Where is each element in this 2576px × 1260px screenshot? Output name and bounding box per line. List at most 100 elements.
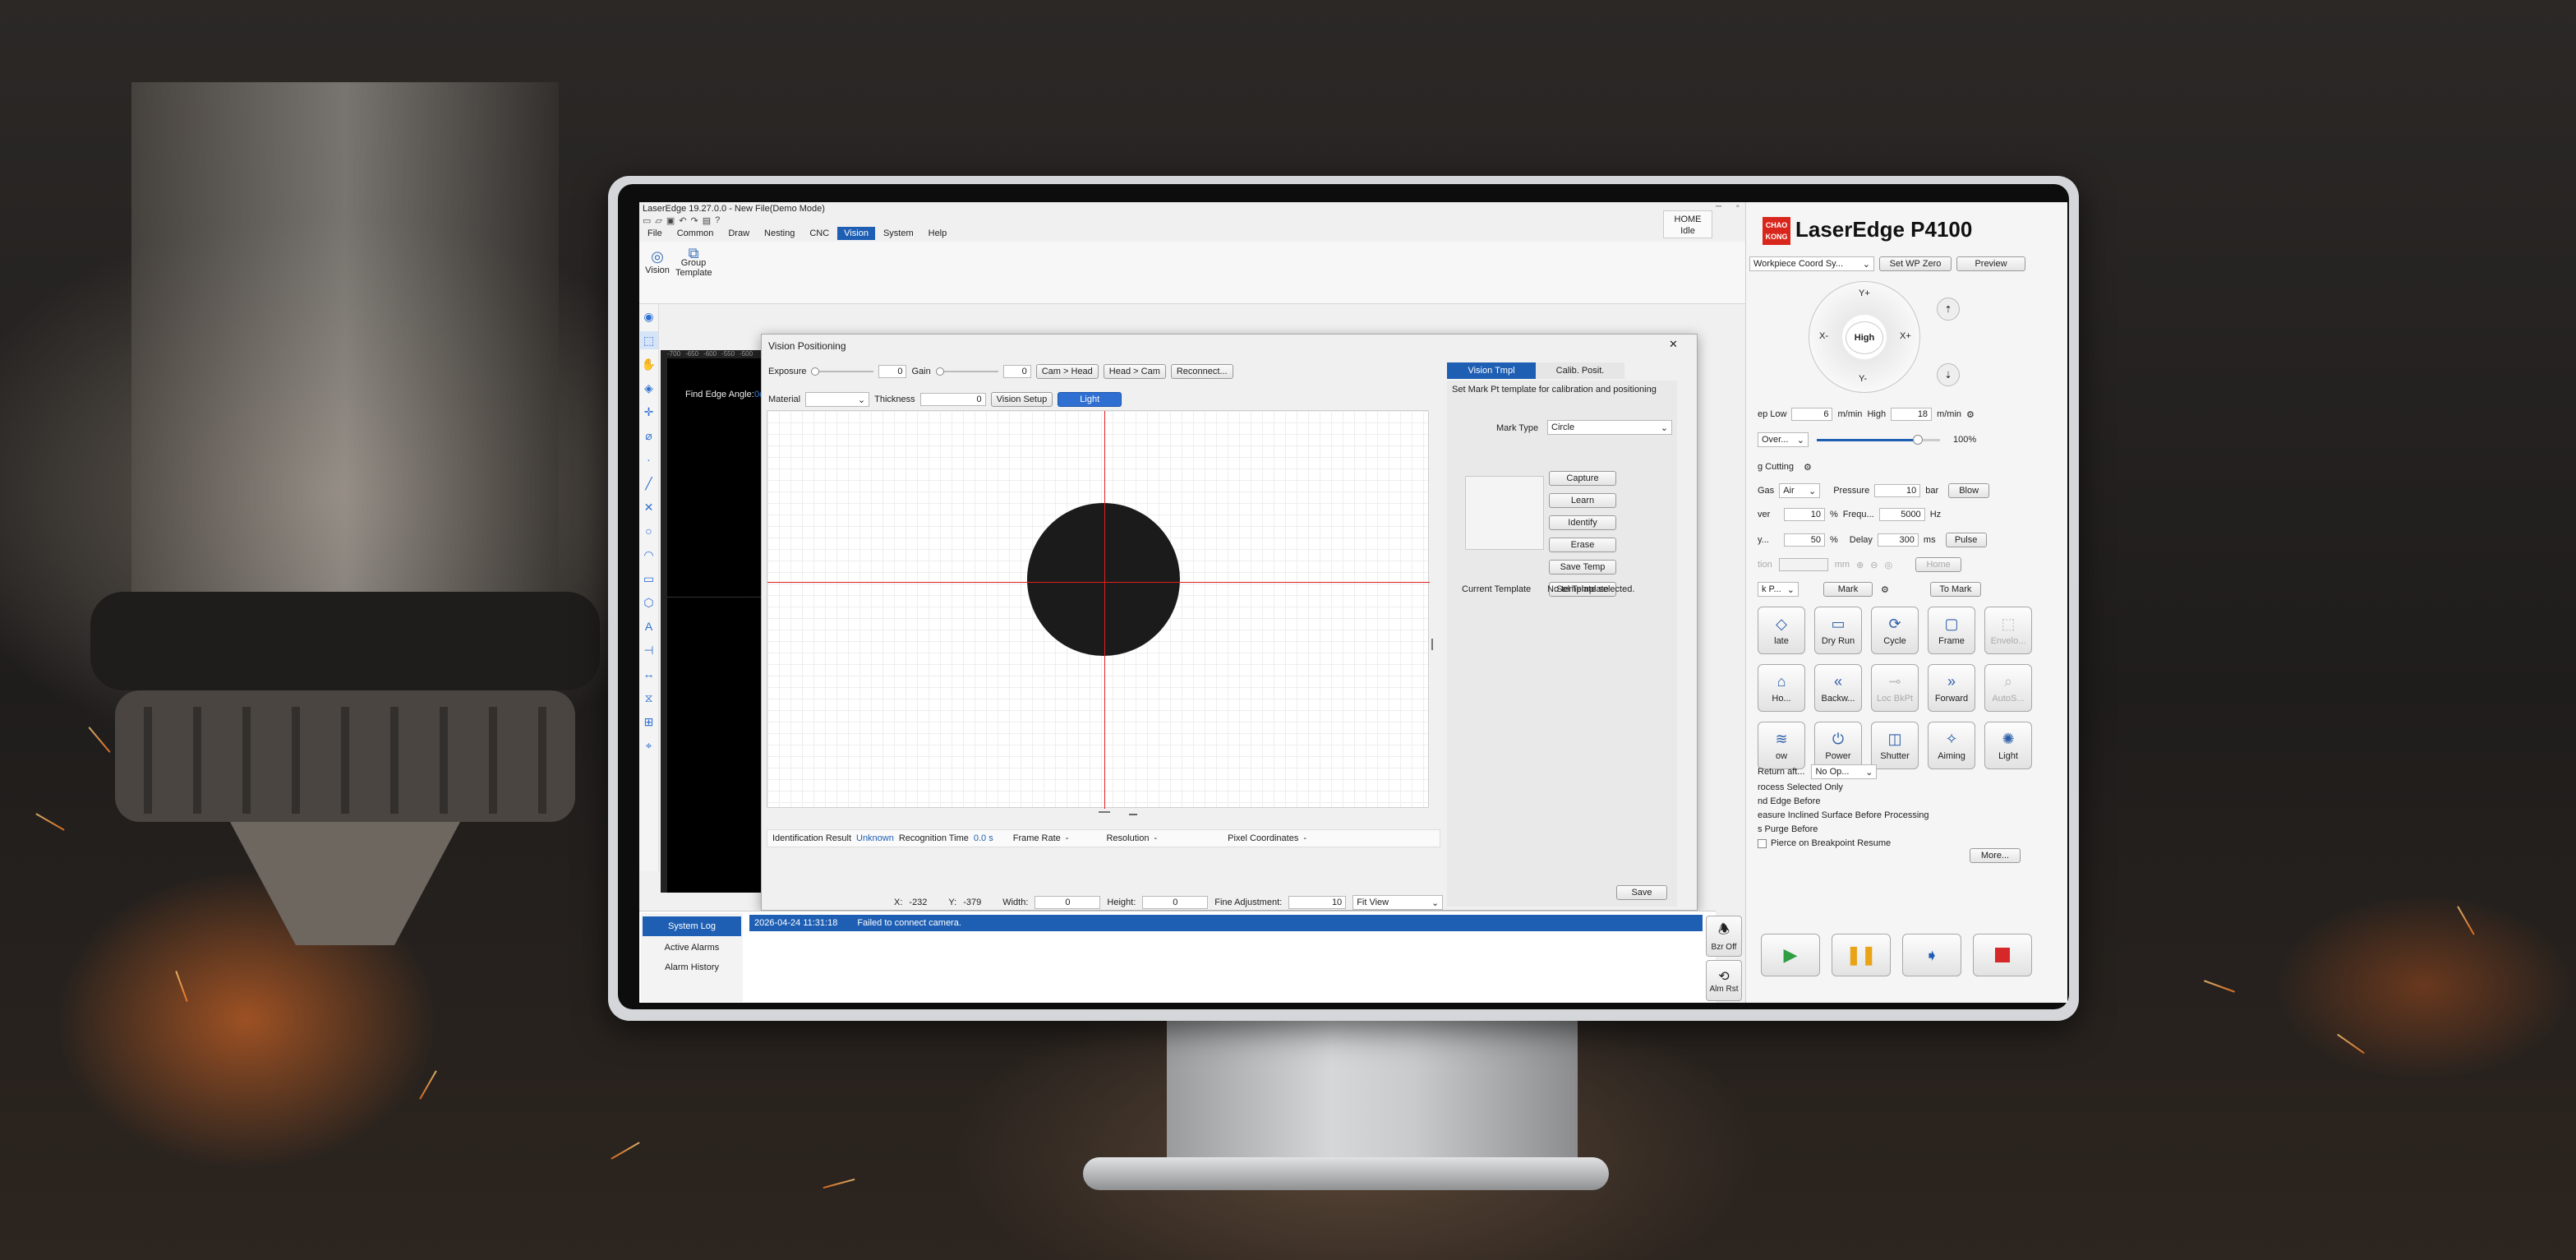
option-find-edge-before[interactable]: nd Edge Before xyxy=(1758,796,1929,806)
measure-icon[interactable]: ⌀ xyxy=(640,427,658,445)
menu-draw[interactable]: Draw xyxy=(721,227,756,240)
crosshair-icon[interactable]: ✛ xyxy=(640,403,658,421)
help-icon[interactable]: ? xyxy=(715,215,720,226)
late-button[interactable]: ◇ late xyxy=(1758,607,1805,654)
array-icon[interactable]: ⊞ xyxy=(640,713,658,731)
menu-common[interactable]: Common xyxy=(670,227,721,240)
new-file-icon[interactable]: ▭ xyxy=(643,215,651,226)
group-template-button[interactable]: ⧉ Group Template xyxy=(675,246,712,278)
gain-slider[interactable] xyxy=(935,367,998,376)
forward-button[interactable]: » Forward xyxy=(1928,664,1975,712)
fine-adjustment-field[interactable]: 10 xyxy=(1288,896,1347,909)
jog-x-minus-button[interactable]: X- xyxy=(1819,331,1828,341)
thickness-field[interactable]: 0 xyxy=(919,393,986,406)
bridge-icon[interactable]: ⧖ xyxy=(640,689,658,707)
save-icon[interactable]: ▣ xyxy=(666,215,675,226)
head-to-cam-button[interactable]: Head > Cam xyxy=(1103,364,1166,379)
jog-y-plus-button[interactable]: Y+ xyxy=(1859,288,1870,298)
reconnect-button[interactable]: Reconnect... xyxy=(1170,364,1233,379)
ow-button[interactable]: ≋ ow xyxy=(1758,722,1805,769)
jog-speed-toggle[interactable]: High xyxy=(1846,321,1883,354)
capture-button[interactable]: Capture xyxy=(1549,471,1616,486)
redo-icon[interactable]: ↷ xyxy=(691,215,698,226)
step-low-field[interactable]: 6 xyxy=(1791,408,1833,421)
menu-nesting[interactable]: Nesting xyxy=(758,227,801,240)
alarm-reset-button[interactable]: ⟲ Alm Rst xyxy=(1706,960,1742,1001)
start-button[interactable]: ▶ xyxy=(1761,934,1820,976)
gas-select[interactable]: Air ⌄ xyxy=(1779,483,1821,498)
duty-field[interactable]: 50 xyxy=(1784,533,1825,547)
rectangle-icon[interactable]: ▭ xyxy=(640,570,658,588)
undo-icon[interactable]: ↶ xyxy=(679,215,686,226)
coordinate-system-select[interactable]: Workpiece Coord Sy... ⌄ xyxy=(1749,256,1874,271)
jog-y-minus-button[interactable]: Y- xyxy=(1859,374,1867,384)
pulse-button[interactable]: Pulse xyxy=(1945,533,1987,547)
pause-button[interactable]: ❚❚ xyxy=(1832,934,1891,976)
tab-calibration-position[interactable]: Calib. Posit. xyxy=(1536,362,1624,379)
log-entry[interactable]: 2026-04-24 11:31:18 Failed to connect ca… xyxy=(749,915,1703,931)
resume-button[interactable]: ➧ xyxy=(1902,934,1961,976)
option-purge-before[interactable]: s Purge Before xyxy=(1758,824,1929,834)
menu-help[interactable]: Help xyxy=(922,227,954,240)
print-icon[interactable]: ▤ xyxy=(703,215,711,226)
tab-alarm-history[interactable]: Alarm History xyxy=(641,958,743,977)
drawing-canvas[interactable]: -700 -650 -600 -550 -500 Find Edge Angle… xyxy=(661,350,776,893)
backw-button[interactable]: « Backw... xyxy=(1814,664,1862,712)
cam-to-head-button[interactable]: Cam > Head xyxy=(1035,364,1099,379)
fit-view-select[interactable]: Fit View ⌄ xyxy=(1353,895,1444,910)
cross-line-icon[interactable]: ✕ xyxy=(640,498,658,516)
mark-point-select[interactable]: k P... ⌄ xyxy=(1758,582,1799,597)
maximize-icon[interactable]: ▫ xyxy=(1736,202,1740,211)
origin-icon[interactable]: ⌖ xyxy=(640,736,658,755)
text-icon[interactable]: A xyxy=(640,617,658,635)
mark-settings-icon[interactable]: ⚙ xyxy=(1881,584,1889,595)
menu-system[interactable]: System xyxy=(877,227,920,240)
save-button[interactable]: Save xyxy=(1616,885,1667,900)
power-field[interactable]: 10 xyxy=(1784,508,1825,521)
option-pierce-on-breakpoint-resume[interactable]: Pierce on Breakpoint Resume xyxy=(1758,838,1929,848)
select-icon[interactable]: ⬚ xyxy=(639,331,658,349)
learn-button[interactable]: Learn xyxy=(1549,493,1616,508)
preview-button[interactable]: Preview xyxy=(1956,256,2025,271)
override-select[interactable]: Over... ⌄ xyxy=(1758,432,1809,447)
set-wp-zero-button[interactable]: Set WP Zero xyxy=(1879,256,1952,271)
override-slider[interactable] xyxy=(1817,435,1940,445)
stop-button[interactable] xyxy=(1973,934,2032,976)
tab-vision-template[interactable]: Vision Tmpl xyxy=(1447,362,1536,379)
frame-button[interactable]: ▢ Frame xyxy=(1928,607,1975,654)
dimension-icon[interactable]: ↔ xyxy=(640,665,658,683)
z-up-icon[interactable]: ⇡ xyxy=(1937,298,1960,321)
jog-x-plus-button[interactable]: X+ xyxy=(1900,331,1911,341)
menu-vision[interactable]: Vision xyxy=(837,227,875,240)
cutting-settings-icon[interactable]: ⚙ xyxy=(1804,462,1812,473)
dialog-close-icon[interactable]: ✕ xyxy=(1669,338,1678,351)
light-button[interactable]: Light xyxy=(1058,392,1122,407)
splitter-handle-bottom[interactable] xyxy=(1099,811,1110,813)
identify-button[interactable]: Identify xyxy=(1549,515,1616,530)
point-icon[interactable]: · xyxy=(640,450,658,468)
minimize-icon[interactable]: ─ xyxy=(1716,202,1721,211)
shutter-button[interactable]: ◫ Shutter xyxy=(1871,722,1919,769)
z-down-icon[interactable]: ⇣ xyxy=(1937,363,1960,386)
save-template-button[interactable]: Save Temp xyxy=(1549,560,1616,575)
tab-system-log[interactable]: System Log xyxy=(643,916,741,936)
gain-field[interactable]: 0 xyxy=(1002,365,1031,378)
buzzer-off-button[interactable]: 🕭 Bzr Off xyxy=(1706,916,1742,957)
height-field[interactable]: 0 xyxy=(1142,896,1209,909)
arc-icon[interactable]: ◠ xyxy=(640,546,658,564)
exposure-field[interactable]: 0 xyxy=(878,365,907,378)
erase-button[interactable]: Erase xyxy=(1549,538,1616,552)
frequency-field[interactable]: 5000 xyxy=(1878,508,1925,521)
lead-in-icon[interactable]: ⊣ xyxy=(640,641,658,659)
mark-type-select[interactable]: Circle ⌄ xyxy=(1547,420,1672,435)
view-icon[interactable]: ◉ xyxy=(640,307,658,325)
vision-ribbon-button[interactable]: ◎ Vision xyxy=(644,248,670,275)
option-measure-inclined-surface[interactable]: easure Inclined Surface Before Processin… xyxy=(1758,810,1929,820)
splitter-handle[interactable] xyxy=(1431,639,1433,650)
camera-view[interactable] xyxy=(767,410,1430,815)
menu-cnc[interactable]: CNC xyxy=(803,227,836,240)
cycle-button[interactable]: ⟳ Cycle xyxy=(1871,607,1919,654)
checkbox[interactable] xyxy=(1758,838,1767,848)
aiming-button[interactable]: ✧ Aiming xyxy=(1928,722,1975,769)
power-button[interactable]: ⏻ Power xyxy=(1814,722,1862,769)
